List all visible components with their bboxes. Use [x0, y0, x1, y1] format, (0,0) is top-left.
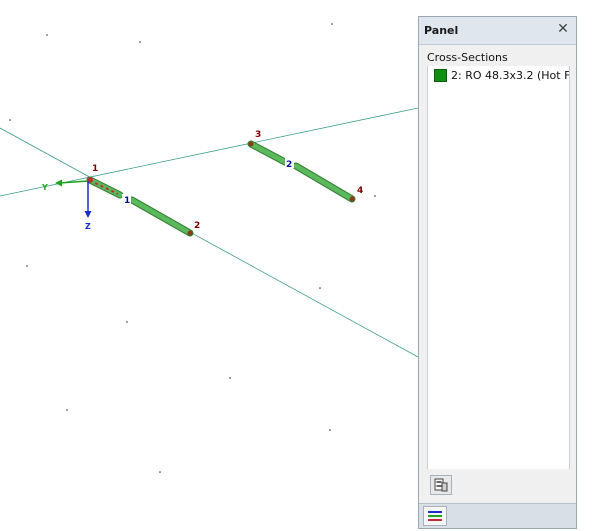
member-1-segment-a: [87, 177, 123, 198]
axis-z-arrow: [84, 211, 92, 218]
member-label-2: 2: [286, 160, 292, 170]
panel-title: Panel: [424, 24, 459, 37]
node-label-3: 3: [255, 130, 261, 140]
color-swatch-icon: [434, 69, 447, 82]
member-2[interactable]: [247, 140, 356, 203]
list-item[interactable]: 2: RO 48.3x3.2 (Hot For: [434, 69, 570, 82]
background-dots: [9, 23, 376, 473]
member-2-segment-a: [248, 141, 288, 165]
member-1[interactable]: [86, 176, 194, 237]
axis-y-line: [59, 180, 89, 184]
node-label-4: 4: [357, 186, 363, 196]
node-4-marker[interactable]: [349, 196, 355, 202]
panel-bottom-tabs: [419, 503, 576, 528]
cross-sections-list[interactable]: 2: RO 48.3x3.2 (Hot For: [427, 66, 570, 469]
color-lines-icon: [428, 511, 442, 521]
node-label-2: 2: [194, 221, 200, 231]
coordinate-axes: Y Z: [41, 179, 92, 231]
nodes: [87, 141, 355, 236]
axis-y-arrow: [55, 179, 62, 187]
node-label-1: 1: [92, 164, 98, 174]
panel-settings-button[interactable]: [430, 475, 452, 495]
panel-settings-icon: [434, 478, 448, 492]
panel: Panel ✕ Cross-Sections 2: RO 48.3x3.2 (H…: [418, 16, 577, 529]
member-2-segment-b: [293, 163, 355, 202]
guide-lines: [0, 107, 419, 358]
axis-y-label: Y: [41, 183, 48, 192]
node-2-marker[interactable]: [187, 230, 193, 236]
panel-header: Panel ✕: [419, 17, 576, 45]
member-label-1: 1: [124, 196, 130, 206]
axis-z-label: Z: [85, 222, 91, 231]
close-icon[interactable]: ✕: [556, 22, 570, 36]
cross-sections-header: Cross-Sections: [427, 51, 508, 64]
guide-line-diagonal: [0, 127, 419, 358]
cross-section-label: 2: RO 48.3x3.2 (Hot For: [451, 69, 570, 82]
node-3-marker[interactable]: [248, 141, 254, 147]
member-1-segment-b: [129, 197, 193, 236]
display-properties-tab[interactable]: [423, 506, 447, 526]
